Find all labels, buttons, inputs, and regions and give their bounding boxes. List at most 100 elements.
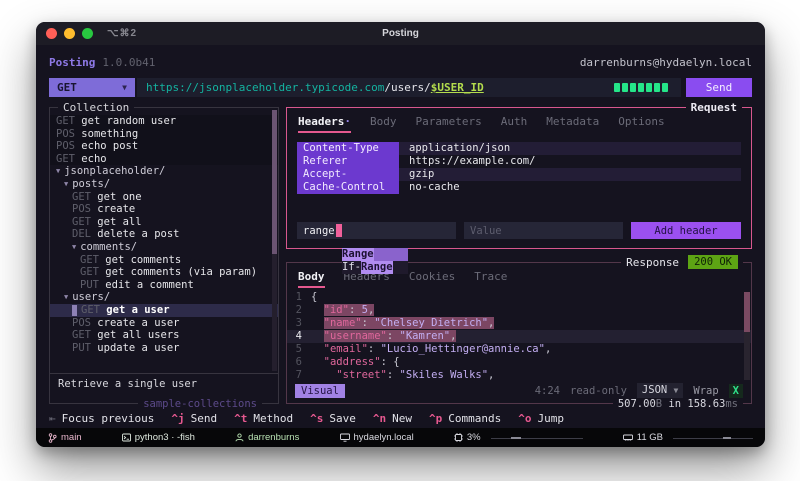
code-token: "Skiles Walks" (400, 369, 489, 381)
tab-request-options[interactable]: Options (618, 115, 664, 133)
tab-response-cookies[interactable]: Cookies (409, 270, 455, 288)
code-line: 7 "street": "Skiles Walks", (287, 369, 751, 381)
autocomplete-item-range[interactable]: Range (342, 248, 408, 261)
tree-request-get-all[interactable]: GET get all (50, 216, 278, 229)
url-input[interactable]: https://jsonplaceholder.typicode.com/use… (137, 78, 681, 97)
request-method-label: POS (56, 140, 81, 153)
keybinding-method[interactable]: ^tMethod (234, 412, 293, 425)
code-token: "Chelsey Dietrich" (374, 317, 488, 329)
tab-request-parameters[interactable]: Parameters (415, 115, 481, 133)
folder-label: users/ (72, 291, 110, 304)
tree-request-get-comments[interactable]: GET get comments (50, 254, 278, 267)
tab-request-headers[interactable]: Headers· (298, 115, 351, 133)
activity-block (614, 83, 620, 92)
tree-request-edit-a-comment[interactable]: PUT edit a comment (50, 279, 278, 292)
keybinding-label: New (392, 412, 412, 425)
code-token: : (368, 343, 381, 355)
code-token: "address" (324, 356, 381, 368)
header-row[interactable]: Cache-Controlno-cache (297, 181, 741, 194)
chevron-down-icon: ▼ (674, 386, 679, 395)
tree-request-something[interactable]: POS something (50, 128, 278, 141)
collection-tree: GET get random userPOS somethingPOS echo… (50, 108, 278, 373)
tab-request-metadata[interactable]: Metadata (546, 115, 599, 133)
request-panel-title: Request (686, 101, 742, 114)
read-only-label: read-only (570, 385, 627, 397)
keybinding-commands[interactable]: ^pCommands (429, 412, 501, 425)
send-button[interactable]: Send (686, 78, 752, 97)
code-line-content: "name": "Chelsey Dietrich", (311, 317, 494, 330)
tree-request-create-a-user[interactable]: POS create a user (50, 317, 278, 330)
response-body-editor[interactable]: 1{2 "id": 5,3 "name": "Chelsey Dietrich"… (287, 291, 751, 381)
tree-folder-posts-[interactable]: ▼posts/ (50, 178, 278, 191)
text-cursor (336, 224, 342, 237)
terminal-window: ⌥⌘2 Posting Posting1.0.0b41 darrenburns@… (36, 22, 765, 447)
code-token (311, 304, 324, 316)
code-token: "id" (324, 304, 349, 316)
keybinding-send[interactable]: ^jSend (171, 412, 217, 425)
git-branch-status: main (48, 432, 82, 443)
line-number: 4 (287, 330, 311, 343)
tree-request-delete-a-post[interactable]: DEL delete a post (50, 228, 278, 241)
http-method-select[interactable]: GET ▼ (49, 78, 135, 97)
header-row[interactable]: Accept-Encodinggzip (297, 168, 741, 181)
request-label: something (81, 128, 138, 141)
header-name-input[interactable]: range (297, 222, 456, 239)
tree-request-echo[interactable]: GET echo (50, 153, 278, 166)
tree-request-echo-post[interactable]: POS echo post (50, 140, 278, 153)
code-token (311, 356, 324, 368)
header-name-cell: Cache-Control (297, 181, 399, 194)
tab-request-auth[interactable]: Auth (501, 115, 528, 133)
editor-mode-badge: Visual (295, 384, 345, 398)
editor-scrollbar[interactable] (744, 292, 750, 380)
folder-label: posts/ (72, 178, 110, 191)
sidebar-scrollbar[interactable] (272, 110, 277, 371)
autocomplete-match: Range (361, 261, 393, 274)
status-badge: 200 OK (688, 255, 738, 269)
selection-indicator (72, 305, 77, 316)
code-token: , (545, 343, 551, 355)
tree-request-get-a-user[interactable]: GET get a user (50, 304, 278, 317)
wrap-toggle[interactable]: X (729, 384, 743, 398)
header-value-input[interactable]: Value (464, 222, 623, 239)
tree-folder-users-[interactable]: ▼users/ (50, 291, 278, 304)
header-row[interactable]: Content-Typeapplication/json (297, 142, 741, 155)
tree-request-get-all-users[interactable]: GET get all users (50, 329, 278, 342)
request-method-label: POS (56, 128, 81, 141)
code-token (311, 317, 324, 329)
editor-scrollbar-thumb[interactable] (744, 292, 750, 332)
tab-request-body[interactable]: Body (370, 115, 397, 133)
close-window-button[interactable] (46, 28, 57, 39)
header-row[interactable]: Refererhttps://example.com/ (297, 155, 741, 168)
tree-request-get-comments-via-param-[interactable]: GET get comments (via param) (50, 266, 278, 279)
keybinding-new[interactable]: ^nNew (373, 412, 412, 425)
keybinding-focus-previous[interactable]: ⇤Focus previous (49, 412, 154, 425)
activity-block (622, 83, 628, 92)
request-label: get random user (81, 115, 176, 128)
add-header-button[interactable]: Add header (631, 222, 741, 239)
url-path-segment: /users/ (384, 81, 430, 94)
autocomplete-text: If- (342, 261, 361, 274)
request-response-column: Request Headers·BodyParametersAuthMetada… (286, 107, 752, 404)
tree-request-get-random-user[interactable]: GET get random user (50, 115, 278, 128)
minimize-window-button[interactable] (64, 28, 75, 39)
tab-response-body[interactable]: Body (298, 270, 325, 288)
tree-request-update-a-user[interactable]: PUT update a user (50, 342, 278, 355)
code-token: "Lucio_Hettinger@annie.ca" (381, 343, 545, 355)
tree-folder-comments-[interactable]: ▼comments/ (50, 241, 278, 254)
request-label: echo post (81, 140, 138, 153)
code-token (311, 330, 324, 342)
keybinding-jump[interactable]: ^oJump (518, 412, 564, 425)
format-select[interactable]: JSON ▼ (637, 383, 683, 398)
memory-label: 11 GB (637, 432, 663, 443)
request-label: update a user (97, 342, 179, 355)
tree-request-create[interactable]: POS create (50, 203, 278, 216)
autocomplete-item-if-range[interactable]: If-Range (342, 261, 408, 274)
user-icon (235, 433, 244, 442)
sidebar-scrollbar-thumb[interactable] (272, 110, 277, 254)
tree-folder-jsonplaceholder-[interactable]: ▼jsonplaceholder/ (50, 165, 278, 178)
tab-response-trace[interactable]: Trace (474, 270, 507, 288)
tree-request-get-one[interactable]: GET get one (50, 191, 278, 204)
keybinding-save[interactable]: ^sSave (310, 412, 356, 425)
zoom-window-button[interactable] (82, 28, 93, 39)
traffic-lights (46, 28, 93, 39)
